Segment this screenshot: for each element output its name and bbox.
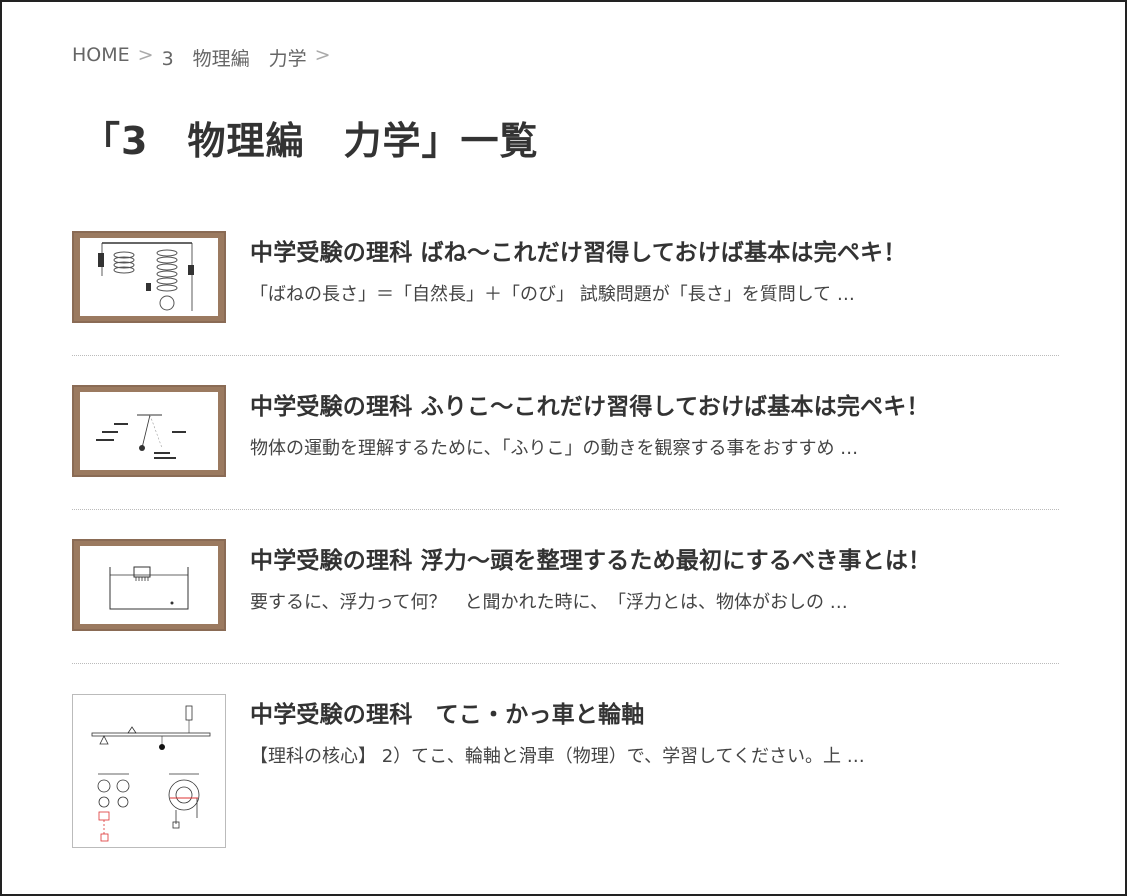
breadcrumb-separator: > [137,44,154,66]
post-title-link[interactable]: 中学受験の理科 浮力〜頭を整理するため最初にするべき事とは！ [250,541,931,575]
spring-thumbnail[interactable] [72,231,226,323]
breadcrumb-category-link[interactable]: 3 物理編 力学 [162,44,307,71]
page-frame: HOME > 3 物理編 力学 > 「3 物理編 力学」一覧 中学受験の理科 ば… [0,0,1127,896]
post-excerpt: 【理科の核心】 2）てこ、輪軸と滑車（物理）で、学習してください。上 … [250,746,865,767]
post-list: 中学受験の理科 ばね〜これだけ習得しておけば基本は完ペキ！ 「ばねの長さ」＝「自… [72,202,1059,848]
list-item: 中学受験の理科 ばね〜これだけ習得しておけば基本は完ペキ！ 「ばねの長さ」＝「自… [72,202,1059,356]
post-title-link[interactable]: 中学受験の理科 ふりこ〜これだけ習得しておけば基本は完ペキ！ [250,387,930,421]
breadcrumb: HOME > 3 物理編 力学 > [72,44,339,71]
pendulum-thumbnail[interactable] [72,385,226,477]
post-excerpt: 「ばねの長さ」＝「自然長」＋「のび」 試験問題が「長さ」を質問して … [250,284,855,305]
post-excerpt: 要するに、浮力って何？ と聞かれた時に、 「浮力とは、物体がおしの … [250,592,848,613]
lever-pulley-thumbnail[interactable] [72,694,226,848]
post-excerpt: 物体の運動を理解するために、「ふりこ」の動きを観察する事をおすすめ … [250,438,859,459]
breadcrumb-home-link[interactable]: HOME [72,44,130,71]
list-item: 中学受験の理科 浮力〜頭を整理するため最初にするべき事とは！ 要するに、浮力って… [72,510,1059,664]
post-title-link[interactable]: 中学受験の理科 ばね〜これだけ習得しておけば基本は完ペキ！ [250,233,906,267]
post-title-link[interactable]: 中学受験の理科 てこ・かっ車と輪軸 [250,695,644,729]
breadcrumb-separator: > [314,44,331,66]
buoyancy-thumbnail[interactable] [72,539,226,631]
page-title: 「3 物理編 力学」一覧 [82,119,539,163]
list-item: 中学受験の理科 てこ・かっ車と輪軸 【理科の核心】 2）てこ、輪軸と滑車（物理）… [72,664,1059,848]
list-item: 中学受験の理科 ふりこ〜これだけ習得しておけば基本は完ペキ！ 物体の運動を理解す… [72,356,1059,510]
